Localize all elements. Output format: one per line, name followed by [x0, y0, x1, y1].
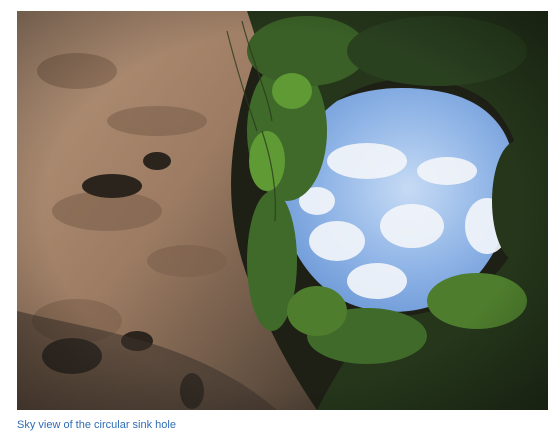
sinkhole-photo [17, 11, 548, 410]
photo-vignette [17, 11, 548, 410]
photo-caption: Sky view of the circular sink hole [17, 419, 176, 431]
photo-illustration [17, 11, 548, 410]
